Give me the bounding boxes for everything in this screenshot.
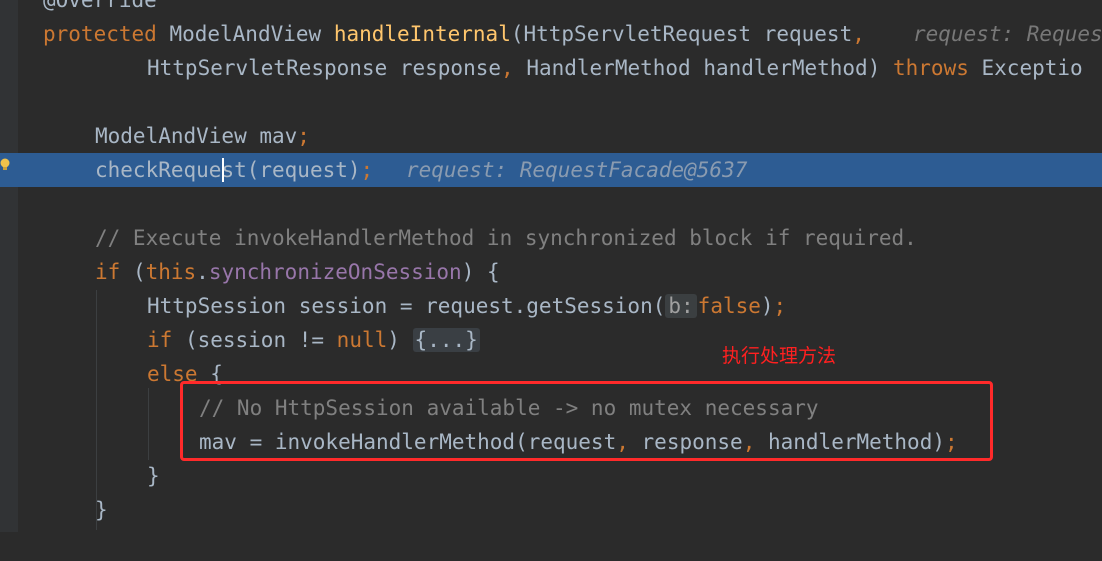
field-synchronize-on-session: synchronizeOnSession [208, 260, 462, 284]
paren-close: ) [760, 294, 774, 318]
paren: ( [120, 260, 146, 284]
text-caret [222, 158, 224, 182]
inline-value-hint: request: RequestFacade@5637 [406, 158, 748, 182]
dot: . [196, 260, 209, 284]
inline-value-hint: request: Reques [913, 22, 1102, 46]
folded-code-block[interactable]: {...} [412, 328, 480, 352]
annotation-label: 执行处理方法 [722, 345, 837, 367]
code-line-close-brace: } [0, 493, 1102, 527]
variable-declaration: ModelAndView mav [95, 124, 298, 148]
semicolon: ; [773, 294, 787, 318]
code-line-annotation: @Override [0, 0, 1102, 17]
session-declaration: HttpSession session = request.getSession… [147, 294, 666, 318]
method-params: (HttpServletRequest request [510, 22, 853, 46]
keyword-protected: protected [43, 22, 157, 46]
code-line-if-synchronize: if (this.synchronizeOnSession) { [0, 255, 1102, 289]
keyword-this: this [145, 260, 197, 284]
paren-close: ) [387, 328, 413, 352]
return-type: ModelAndView [169, 22, 322, 46]
semicolon: ; [360, 158, 374, 182]
code-line-method-params: HttpServletResponse response, HandlerMet… [0, 51, 1102, 85]
brace-close: } [95, 498, 108, 522]
semicolon: ; [297, 124, 310, 148]
code-line-comment: // Execute invokeHandlerMethod in synchr… [0, 221, 1102, 255]
comma: , [501, 56, 514, 80]
highlight-box [180, 381, 993, 461]
method-params-continued: HttpServletResponse response [147, 56, 502, 80]
code-line-get-session: HttpSession session = request.getSession… [0, 289, 1102, 323]
brace-open: ) { [461, 260, 500, 284]
check-request-call-start: checkReque [95, 158, 222, 182]
condition: (session != [172, 328, 337, 352]
keyword-false: false [697, 294, 761, 318]
parameter-name-hint: b: [665, 294, 697, 318]
keyword-null: null [336, 328, 388, 352]
override-annotation: @Override [43, 0, 157, 12]
code-line-method-signature: protected ModelAndView handleInternal(Ht… [0, 17, 1102, 51]
method-name[interactable]: handleInternal [334, 22, 511, 46]
code-comment: // Execute invokeHandlerMethod in synchr… [95, 226, 917, 250]
code-line-close-brace: } [0, 459, 1102, 493]
keyword-if: if [147, 328, 173, 352]
comma: , [852, 22, 865, 46]
keyword-if: if [95, 260, 121, 284]
brace-close: } [147, 464, 160, 488]
exception-type: Exceptio [981, 56, 1083, 80]
code-line-mav-declaration: ModelAndView mav; [0, 119, 1102, 153]
keyword-throws: throws [893, 56, 969, 80]
code-line-current-execution[interactable]: checkRequest(request); request: RequestF… [0, 153, 1102, 187]
method-params-handler: HandlerMethod handlerMethod) [526, 56, 881, 80]
check-request-call-end: st(request) [221, 158, 361, 182]
code-line-if-session: if (session != null) {...} [0, 323, 1102, 357]
lightbulb-icon[interactable] [0, 158, 10, 172]
